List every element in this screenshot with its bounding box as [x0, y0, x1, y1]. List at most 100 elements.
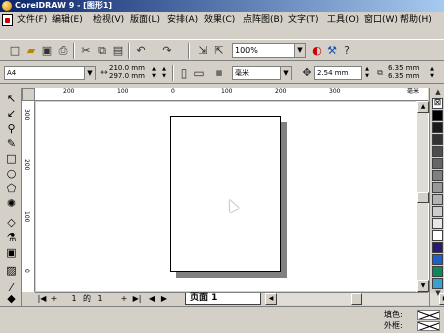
- menu-help[interactable]: 帮助(H): [400, 14, 432, 26]
- new-icon[interactable]: □: [8, 44, 22, 58]
- chevron-down-icon[interactable]: ▼: [294, 44, 305, 57]
- color-swatch[interactable]: [432, 182, 443, 193]
- rectangle-tool-icon[interactable]: □: [4, 152, 19, 166]
- ruler-origin[interactable]: [22, 88, 35, 101]
- scroll-down-icon[interactable]: ▼: [417, 280, 429, 292]
- transparency-tool-icon[interactable]: ▨: [4, 264, 19, 278]
- color-swatch[interactable]: [432, 110, 443, 121]
- color-swatch[interactable]: [432, 206, 443, 217]
- menu-view[interactable]: 检视(V): [93, 14, 124, 26]
- polygon-tool-icon[interactable]: ⬠: [4, 182, 19, 196]
- zoom-combobox[interactable]: 100% ▼: [232, 43, 306, 58]
- first-page-icon[interactable]: |◀: [37, 293, 47, 305]
- duplicate-x[interactable]: 6.35 mm: [388, 65, 419, 72]
- import-icon[interactable]: ⇲: [196, 44, 210, 58]
- spiral-tool-icon[interactable]: ✺: [4, 197, 19, 211]
- scroll-left-icon[interactable]: ◀: [147, 293, 157, 305]
- cut-icon[interactable]: ✂: [79, 44, 93, 58]
- menu-file[interactable]: 文件(F): [17, 14, 47, 26]
- menu-tools[interactable]: 工具(O): [327, 14, 359, 26]
- redo-icon[interactable]: ↷: [160, 44, 174, 58]
- menu-effects[interactable]: 效果(C): [204, 14, 235, 26]
- launcher-icon[interactable]: ⚒: [325, 44, 339, 58]
- scroll-right-icon[interactable]: ▶: [159, 293, 169, 305]
- paper-size-select[interactable]: A4 ▼: [4, 66, 96, 80]
- undo-icon[interactable]: ↶: [134, 44, 148, 58]
- text-tool-icon[interactable]: ◇: [4, 216, 19, 230]
- last-page-icon[interactable]: ▶|: [131, 293, 143, 305]
- vertical-scroll-thumb[interactable]: [417, 192, 429, 203]
- fill-tool-icon[interactable]: ◆: [4, 292, 19, 306]
- whats-this-icon[interactable]: ?: [340, 44, 354, 58]
- app-icon[interactable]: [2, 1, 12, 11]
- color-swatch[interactable]: [432, 194, 443, 205]
- menu-text[interactable]: 文字(T): [288, 14, 319, 26]
- open-icon[interactable]: ▰: [24, 44, 38, 58]
- scroll-left-icon[interactable]: ◀: [265, 293, 277, 305]
- color-manager-icon[interactable]: ◐: [310, 44, 324, 58]
- eyedropper-tool-icon[interactable]: ⚗: [4, 231, 19, 245]
- horizontal-ruler[interactable]: 200 100 0 100 200 300 毫米: [35, 88, 428, 101]
- color-swatch[interactable]: [432, 158, 443, 169]
- color-swatch[interactable]: [432, 230, 443, 241]
- shape-tool-icon[interactable]: ↙: [4, 107, 19, 121]
- color-swatch[interactable]: [432, 218, 443, 229]
- width-spinner-icon[interactable]: ▲ ▼: [150, 66, 158, 80]
- menu-layout[interactable]: 版面(L): [130, 14, 160, 26]
- chevron-down-icon[interactable]: ▼: [84, 67, 95, 80]
- landscape-icon[interactable]: ▭: [192, 66, 206, 80]
- export-icon[interactable]: ⇱: [212, 44, 226, 58]
- menu-arrange[interactable]: 安排(A): [167, 14, 198, 26]
- nudge-offset-field[interactable]: 2.54 mm: [314, 66, 362, 80]
- ruler-label: 100: [23, 211, 30, 223]
- add-page-after-icon[interactable]: +: [119, 293, 129, 305]
- chevron-down-icon[interactable]: ▼: [280, 67, 291, 80]
- save-icon[interactable]: ▣: [40, 44, 54, 58]
- horizontal-scrollbar[interactable]: ◀ ▶: [265, 293, 444, 305]
- no-fill-swatch[interactable]: ⊠: [432, 98, 443, 109]
- palette-scroll-down-icon[interactable]: ▼: [431, 286, 444, 300]
- paper-width[interactable]: 210.0 mm: [109, 65, 145, 72]
- portrait-icon[interactable]: ▯: [177, 66, 191, 80]
- paper-height[interactable]: 297.0 mm: [109, 73, 145, 80]
- print-icon[interactable]: ⎙: [56, 44, 70, 58]
- color-swatch[interactable]: [432, 266, 443, 277]
- menu-edit[interactable]: 编辑(E): [52, 14, 83, 26]
- freehand-tool-icon[interactable]: ✎: [4, 137, 19, 151]
- duplicate-spinner-icon[interactable]: ▲ ▼: [428, 66, 436, 80]
- ellipse-tool-icon[interactable]: ○: [4, 167, 19, 181]
- menu-window[interactable]: 窗口(W): [364, 14, 398, 26]
- interactive-tool-icon[interactable]: ▣: [4, 246, 19, 260]
- color-swatch[interactable]: [432, 254, 443, 265]
- ruler-label: 300: [329, 88, 341, 95]
- units-select[interactable]: 毫米 ▼: [232, 66, 292, 80]
- vertical-ruler[interactable]: 300 200 100 0: [22, 101, 35, 292]
- document-page[interactable]: [170, 116, 281, 272]
- paper-type-icon[interactable]: ▦: [212, 66, 226, 80]
- horizontal-scroll-thumb[interactable]: [351, 293, 362, 305]
- palette-scroll-up-icon[interactable]: ▲: [431, 85, 444, 99]
- copy-icon[interactable]: ⧉: [95, 44, 109, 58]
- pick-tool-icon[interactable]: ↖: [4, 92, 19, 106]
- window-title: CorelDRAW 9 - [图形1]: [15, 1, 113, 10]
- add-page-before-icon[interactable]: +: [49, 293, 59, 305]
- fill-swatch[interactable]: [417, 310, 440, 320]
- page-tab-1[interactable]: 页面 1: [185, 293, 261, 305]
- vertical-scrollbar[interactable]: ▲ ▼: [416, 101, 429, 292]
- color-swatch[interactable]: [432, 122, 443, 133]
- nudge-spinner-icon[interactable]: ▲ ▼: [363, 66, 371, 80]
- document-icon[interactable]: [2, 14, 13, 26]
- color-swatch[interactable]: [432, 170, 443, 181]
- menu-bar: 文件(F) 编辑(E) 检视(V) 版面(L) 安排(A) 效果(C) 点阵图(…: [0, 12, 444, 28]
- color-swatch[interactable]: [432, 134, 443, 145]
- color-palette: ▲ ⊠ ▼: [429, 88, 444, 306]
- height-spinner-icon[interactable]: ▲ ▼: [160, 66, 168, 80]
- color-swatch[interactable]: [432, 146, 443, 157]
- menu-bitmaps[interactable]: 点阵图(B): [243, 14, 283, 26]
- paste-icon[interactable]: ▤: [111, 44, 125, 58]
- duplicate-y[interactable]: 6.35 mm: [388, 73, 419, 80]
- scroll-up-icon[interactable]: ▲: [417, 101, 429, 113]
- outline-swatch[interactable]: [417, 321, 440, 331]
- zoom-tool-icon[interactable]: ⚲: [4, 122, 19, 136]
- color-swatch[interactable]: [432, 242, 443, 253]
